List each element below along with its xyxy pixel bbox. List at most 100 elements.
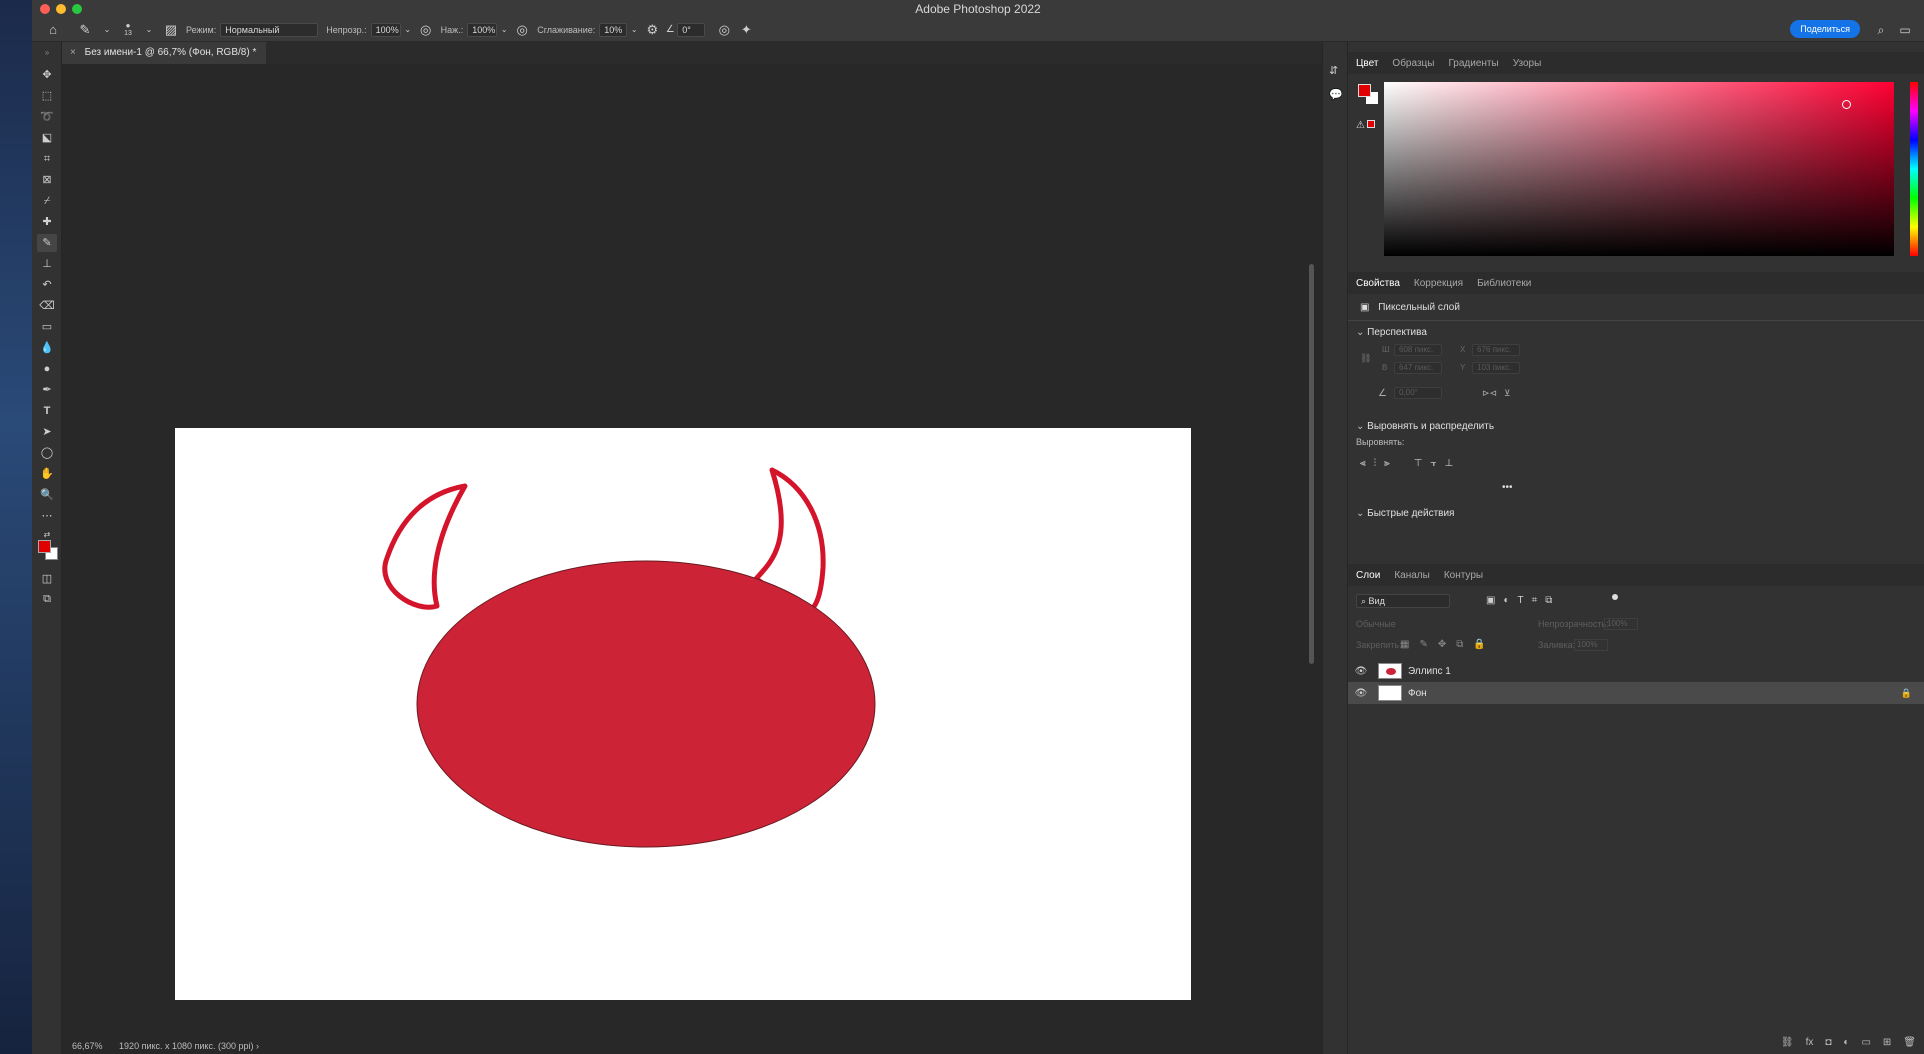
document-tab[interactable]: × Без имени-1 @ 66,7% (Фон, RGB/8) * bbox=[62, 42, 267, 64]
quick-actions-section-title[interactable]: Быстрые действия bbox=[1356, 508, 1454, 519]
color-picker-field[interactable] bbox=[1384, 82, 1894, 256]
home-icon[interactable]: ⌂ bbox=[42, 19, 64, 41]
status-document-info[interactable]: 1920 пикс. x 1080 пикс. (300 ppi) › bbox=[119, 1041, 259, 1051]
dodge-tool-icon[interactable]: ● bbox=[37, 360, 57, 378]
chevron-down-icon[interactable]: ⌄ bbox=[96, 19, 118, 41]
chevron-down-icon[interactable]: ⌄ bbox=[627, 19, 641, 41]
height-input[interactable]: 647 пикс. bbox=[1394, 362, 1442, 374]
comments-icon[interactable]: 💬 bbox=[1329, 88, 1343, 101]
layer-name[interactable]: Фон bbox=[1408, 688, 1427, 699]
chevron-down-icon[interactable]: ⌄ bbox=[401, 19, 415, 41]
frame-tool-icon[interactable]: ⊠ bbox=[37, 171, 57, 189]
tab-color[interactable]: Цвет bbox=[1356, 58, 1378, 69]
object-selection-tool-icon[interactable]: ⬕ bbox=[37, 129, 57, 147]
lock-position-icon[interactable]: ✥ bbox=[1438, 639, 1446, 650]
minimize-window-button[interactable] bbox=[56, 4, 66, 14]
chevron-down-icon[interactable]: ⌄ bbox=[138, 19, 160, 41]
brush-tool-preset-icon[interactable]: ✎ bbox=[74, 19, 96, 41]
hand-tool-icon[interactable]: ✋ bbox=[37, 465, 57, 483]
marquee-tool-icon[interactable]: ⬚ bbox=[37, 87, 57, 105]
lock-pixels-icon[interactable]: ✎ bbox=[1419, 639, 1427, 650]
lock-icon[interactable]: 🔒 bbox=[1901, 688, 1912, 699]
eraser-tool-icon[interactable]: ⌫ bbox=[37, 297, 57, 315]
gradient-tool-icon[interactable]: ▭ bbox=[37, 318, 57, 336]
tab-channels[interactable]: Каналы bbox=[1394, 570, 1430, 581]
fill-input[interactable]: 100% bbox=[1574, 639, 1608, 651]
align-top-edges-icon[interactable]: ⊤ bbox=[1414, 458, 1423, 469]
blur-tool-icon[interactable]: 💧 bbox=[37, 339, 57, 357]
eye-icon[interactable]: 👁 bbox=[1354, 688, 1368, 699]
align-bottom-edges-icon[interactable]: ⊥ bbox=[1445, 458, 1454, 469]
x-input[interactable]: 676 пикс. bbox=[1472, 344, 1520, 356]
tab-gradients[interactable]: Градиенты bbox=[1448, 58, 1498, 69]
vertical-scrollbar[interactable] bbox=[1302, 64, 1322, 1038]
filter-adjustment-icon[interactable]: ◐ bbox=[1503, 595, 1509, 606]
angle-input[interactable]: 0,00° bbox=[1394, 387, 1442, 399]
eye-icon[interactable]: 👁 bbox=[1354, 666, 1368, 677]
workspace-icon[interactable]: ▭ bbox=[1896, 21, 1914, 39]
more-tools-icon[interactable]: ⋯ bbox=[37, 507, 57, 525]
healing-brush-tool-icon[interactable]: ✚ bbox=[37, 213, 57, 231]
path-selection-tool-icon[interactable]: ➤ bbox=[37, 423, 57, 441]
align-vertical-centers-icon[interactable]: ⫟ bbox=[1431, 458, 1437, 469]
lock-all-icon[interactable]: 🔒 bbox=[1473, 639, 1485, 650]
add-mask-icon[interactable]: ◘ bbox=[1825, 1037, 1831, 1048]
vertical-scroll-thumb[interactable] bbox=[1309, 264, 1314, 664]
smoothing-input[interactable]: 10% bbox=[599, 22, 628, 37]
crop-tool-icon[interactable]: ⌗ bbox=[37, 150, 57, 168]
delete-layer-icon[interactable]: 🗑 bbox=[1903, 1037, 1916, 1048]
status-zoom[interactable]: 66,67% bbox=[72, 1041, 103, 1051]
new-group-icon[interactable]: ▭ bbox=[1861, 1037, 1870, 1048]
align-left-edges-icon[interactable]: ⫷ bbox=[1360, 458, 1366, 469]
close-tab-icon[interactable]: × bbox=[70, 47, 76, 58]
brush-size-picker[interactable]: ● 13 bbox=[118, 19, 138, 41]
brush-tool-icon[interactable]: ✎ bbox=[37, 234, 57, 252]
search-icon[interactable]: ⌕ bbox=[1872, 21, 1890, 39]
align-horizontal-centers-icon[interactable]: ⫶ bbox=[1374, 458, 1377, 469]
clone-stamp-tool-icon[interactable]: ⊥ bbox=[37, 255, 57, 273]
tab-properties[interactable]: Свойства bbox=[1356, 278, 1400, 289]
lock-artboard-icon[interactable]: ⧉ bbox=[1456, 639, 1463, 650]
tab-paths[interactable]: Контуры bbox=[1444, 570, 1483, 581]
tab-swatches[interactable]: Образцы bbox=[1392, 58, 1434, 69]
adjustment-layer-icon[interactable]: ◐ bbox=[1843, 1037, 1849, 1048]
filter-toggle[interactable] bbox=[1612, 594, 1618, 600]
foreground-color-swatch[interactable] bbox=[38, 540, 51, 553]
flip-vertical-icon[interactable]: ⊻ bbox=[1504, 388, 1511, 399]
pressure-size-icon[interactable]: ◎ bbox=[713, 19, 735, 41]
zoom-tool-icon[interactable]: 🔍 bbox=[37, 486, 57, 504]
layer-opacity-input[interactable]: 100% bbox=[1604, 618, 1638, 630]
gear-icon[interactable]: ⚙ bbox=[641, 19, 663, 41]
filter-smart-object-icon[interactable]: ⧉ bbox=[1545, 595, 1552, 606]
flip-horizontal-icon[interactable]: ⊳⊲ bbox=[1482, 388, 1497, 399]
link-icon[interactable]: ⛓ bbox=[1360, 353, 1371, 364]
properties-dock-icon[interactable]: ⇵ bbox=[1329, 64, 1338, 77]
pen-tool-icon[interactable]: ✒ bbox=[37, 381, 57, 399]
screen-mode-icon[interactable]: ⧉ bbox=[37, 590, 57, 608]
perspective-section-title[interactable]: Перспектива bbox=[1356, 327, 1427, 338]
hue-slider[interactable] bbox=[1910, 82, 1918, 256]
layer-filter-select[interactable]: ⌕ Вид bbox=[1356, 594, 1450, 608]
align-section-title[interactable]: Выровнять и распределить bbox=[1356, 421, 1494, 432]
tab-layers[interactable]: Слои bbox=[1356, 570, 1380, 581]
angle-input[interactable]: 0° bbox=[677, 22, 706, 37]
layer-name[interactable]: Эллипс 1 bbox=[1408, 666, 1451, 677]
chevron-down-icon[interactable]: ⌄ bbox=[497, 19, 511, 41]
airbrush-icon[interactable]: ◎ bbox=[511, 19, 533, 41]
type-tool-icon[interactable]: T bbox=[37, 402, 57, 420]
document-canvas[interactable] bbox=[175, 428, 1191, 1000]
close-window-button[interactable] bbox=[40, 4, 50, 14]
more-options-button[interactable]: ••• bbox=[1502, 482, 1513, 493]
quick-mask-icon[interactable]: ◫ bbox=[37, 570, 57, 588]
blend-mode-select[interactable]: Обычные bbox=[1356, 619, 1396, 629]
share-button[interactable]: Поделиться bbox=[1790, 20, 1860, 38]
layer-style-icon[interactable]: fx bbox=[1806, 1037, 1814, 1048]
layer-row-background[interactable]: 👁 Фон 🔒 bbox=[1348, 682, 1924, 704]
tab-patterns[interactable]: Узоры bbox=[1513, 58, 1542, 69]
lock-transparency-icon[interactable]: ▦ bbox=[1400, 639, 1409, 650]
ellipse-tool-icon[interactable]: ◯ bbox=[37, 444, 57, 462]
tab-libraries[interactable]: Библиотеки bbox=[1477, 278, 1531, 289]
lasso-tool-icon[interactable]: ➰ bbox=[37, 108, 57, 126]
pressure-input[interactable]: 100% bbox=[467, 22, 498, 37]
tab-adjustments[interactable]: Коррекция bbox=[1414, 278, 1463, 289]
